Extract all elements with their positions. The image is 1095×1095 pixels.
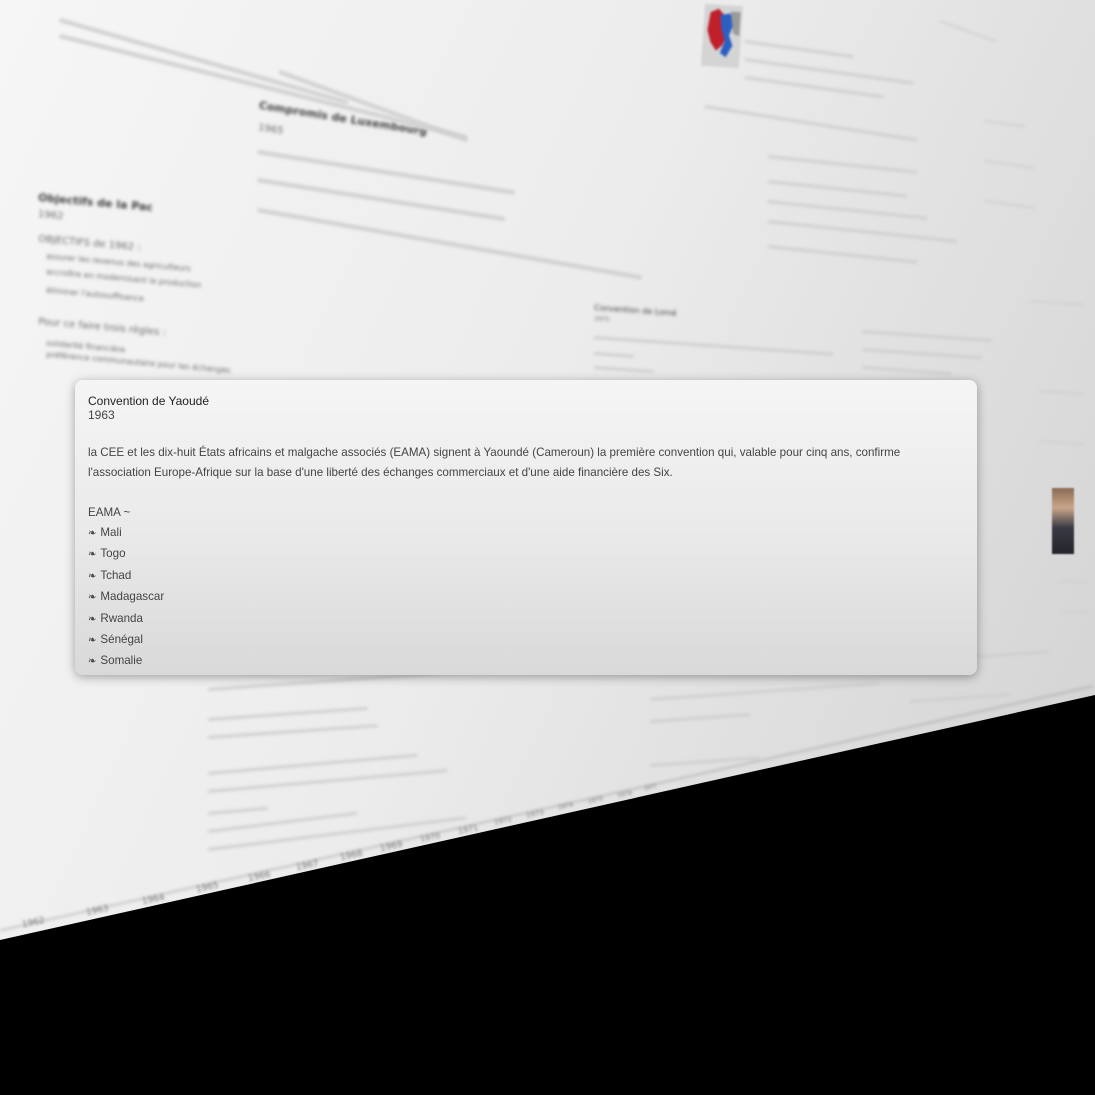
country-name: Togo bbox=[100, 547, 126, 561]
country-name: Madagascar bbox=[100, 590, 165, 604]
fleuron-icon: ❧ bbox=[88, 656, 97, 668]
country-name: Tchad bbox=[100, 568, 132, 582]
country-name: Somalie bbox=[100, 654, 143, 668]
fleuron-icon: ❧ bbox=[88, 549, 97, 561]
timeline-tick: 1973 bbox=[525, 808, 545, 820]
bg-item-year: 1962 bbox=[37, 208, 64, 223]
list-item: ❧ Sénégal bbox=[88, 630, 965, 651]
timeline-tick: 1968 bbox=[339, 848, 364, 864]
fleuron-icon: ❧ bbox=[88, 528, 97, 539]
timeline-tick: 1969 bbox=[379, 839, 404, 855]
timeline-tick: 1974 bbox=[557, 801, 574, 812]
bg-item-year: 1975 bbox=[593, 315, 610, 324]
country-name: Sénégal bbox=[100, 633, 143, 647]
timeline-tick: 1967 bbox=[295, 858, 320, 874]
timeline-tick: 1970 bbox=[419, 830, 442, 845]
bg-rule: préférence communautaire pour les échang… bbox=[45, 349, 231, 376]
timeline-tick: 1964 bbox=[141, 892, 166, 908]
timeline-tick: 1977 bbox=[643, 783, 658, 793]
list-item: ❧ Rwanda bbox=[88, 609, 965, 630]
timeline-tick: 1965 bbox=[195, 880, 220, 896]
fleuron-icon: ❧ bbox=[88, 592, 97, 604]
list-item: ❧ Madagascar bbox=[88, 587, 965, 608]
country-name: Mali bbox=[100, 526, 122, 539]
card-title: Convention de Yaoudé bbox=[88, 394, 209, 408]
timeline-tick: 1976 bbox=[616, 789, 633, 800]
map-thumbnail[interactable] bbox=[700, 3, 744, 69]
bg-objectives-heading: OBJECTIFS de 1962 : bbox=[37, 233, 142, 254]
portrait-image bbox=[1052, 488, 1074, 554]
list-item: ❧ Tchad bbox=[88, 566, 965, 587]
list-item: ❧ Mali bbox=[88, 523, 965, 544]
list-item: ❧ Togo bbox=[88, 544, 965, 565]
card-description: la CEE et les dix-huit États africains e… bbox=[88, 446, 901, 479]
bg-item-year: 1965 bbox=[257, 122, 285, 137]
timeline-tick: 1962 bbox=[21, 915, 46, 931]
timeline-tick: 1972 bbox=[493, 815, 513, 827]
fleuron-icon: ❧ bbox=[88, 635, 97, 647]
timeline-tick: 1963 bbox=[85, 903, 110, 919]
eama-label: EAMA ~ bbox=[88, 506, 131, 519]
timeline-tick: 1971 bbox=[457, 822, 480, 837]
bg-rules-heading: Pour ce faire trois règles : bbox=[37, 316, 167, 339]
timeline-tick: 1966 bbox=[247, 869, 272, 885]
country-list: ❧ Mali ❧ Togo ❧ Tchad ❧ Madagascar ❧ Rwanda ❧… bbox=[88, 523, 965, 673]
list-item: ❧ Somalie bbox=[88, 651, 965, 672]
card-year: 1963 bbox=[88, 408, 115, 422]
timeline-tick: 1975 bbox=[587, 795, 604, 806]
event-detail-card[interactable]: Convention de Yaoudé 1963 la CEE et les … bbox=[75, 380, 977, 675]
bg-objective: éliminer l'autosuffisance bbox=[45, 285, 145, 304]
country-name: Rwanda bbox=[100, 611, 143, 625]
fleuron-icon: ❧ bbox=[88, 613, 97, 625]
fleuron-icon: ❧ bbox=[88, 570, 97, 582]
